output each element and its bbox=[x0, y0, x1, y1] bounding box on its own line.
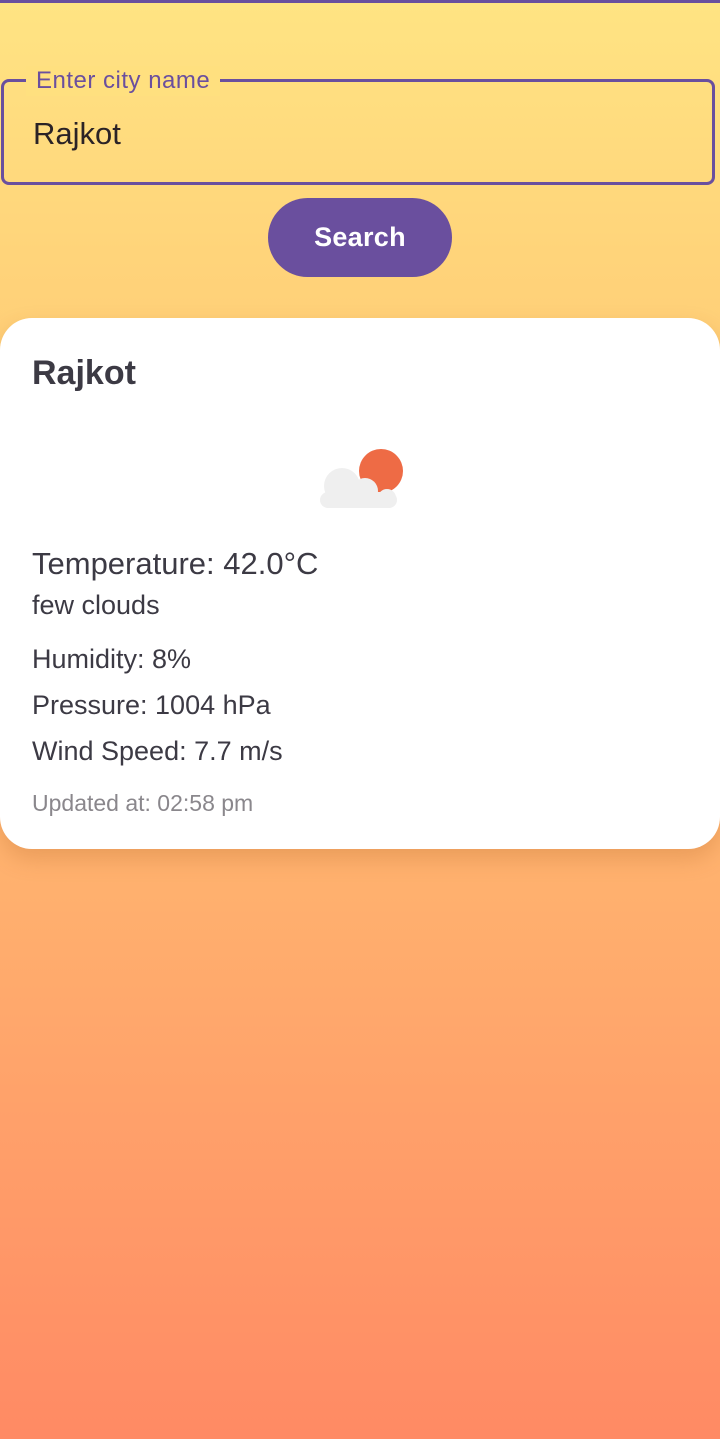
city-search-field[interactable]: Enter city name bbox=[1, 66, 715, 185]
temperature-text: Temperature: 42.0°C bbox=[32, 546, 319, 581]
search-button[interactable]: Search bbox=[268, 198, 452, 277]
city-input[interactable] bbox=[33, 114, 673, 154]
wind-speed-text: Wind Speed: 7.7 m/s bbox=[32, 736, 283, 766]
weather-card: Rajkot Temperature: 42.0°C few clouds Hu… bbox=[0, 318, 720, 849]
pressure-text: Pressure: 1004 hPa bbox=[32, 690, 271, 720]
updated-at-text: Updated at: 02:58 pm bbox=[32, 790, 254, 816]
humidity-text: Humidity: 8% bbox=[32, 644, 192, 674]
city-name: Rajkot bbox=[32, 354, 136, 392]
weather-description: few clouds bbox=[32, 590, 160, 620]
top-divider bbox=[0, 0, 720, 3]
few-clouds-day-icon bbox=[320, 449, 403, 508]
city-field-label: Enter city name bbox=[26, 66, 221, 96]
